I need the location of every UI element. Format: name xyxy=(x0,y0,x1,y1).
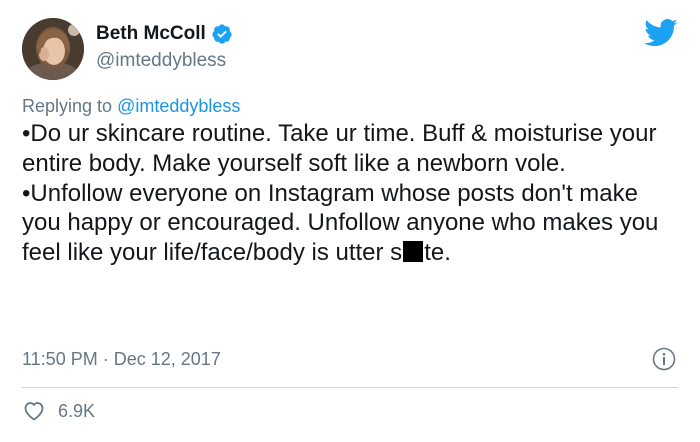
tweet-time: 11:50 PM xyxy=(22,349,98,369)
like-count: 6.9K xyxy=(58,400,96,421)
heart-icon[interactable] xyxy=(22,399,46,423)
twitter-bird-icon[interactable] xyxy=(644,18,678,48)
tweet-paragraph-2-start: •Unfollow everyone on Instagram whose po… xyxy=(22,179,659,267)
tweet-paragraph-2: •Unfollow everyone on Instagram whose po… xyxy=(22,179,682,268)
author-handle[interactable]: @imteddybless xyxy=(96,49,233,73)
meta-separator: · xyxy=(102,349,109,369)
info-icon[interactable] xyxy=(652,347,676,371)
tweet-paragraph-1: •Do ur skincare routine. Take ur time. B… xyxy=(22,120,657,177)
like-action[interactable]: 6.9K xyxy=(22,399,95,423)
tweet-card: Beth McColl @imteddybless Replying to @i… xyxy=(0,0,700,442)
tweet-text: •Do ur skincare routine. Take ur time. B… xyxy=(22,119,682,268)
tweet-paragraph-2-end: te. xyxy=(424,239,451,267)
verified-badge-icon xyxy=(212,24,232,44)
author-name-row[interactable]: Beth McColl xyxy=(96,22,233,46)
tweet-timestamp[interactable]: 11:50 PM · Dec 12, 2017 xyxy=(22,347,221,371)
reply-context: Replying to @imteddybless xyxy=(22,94,240,118)
avatar-image xyxy=(22,18,84,80)
author-name[interactable]: Beth McColl xyxy=(96,22,206,46)
divider xyxy=(22,387,678,388)
tweet-date: Dec 12, 2017 xyxy=(113,349,221,369)
avatar[interactable] xyxy=(22,18,84,80)
author-block: Beth McColl @imteddybless xyxy=(96,22,233,73)
reply-handle-link[interactable]: @imteddybless xyxy=(117,96,240,116)
censor-block xyxy=(403,241,424,263)
reply-prefix: Replying to xyxy=(22,96,113,116)
